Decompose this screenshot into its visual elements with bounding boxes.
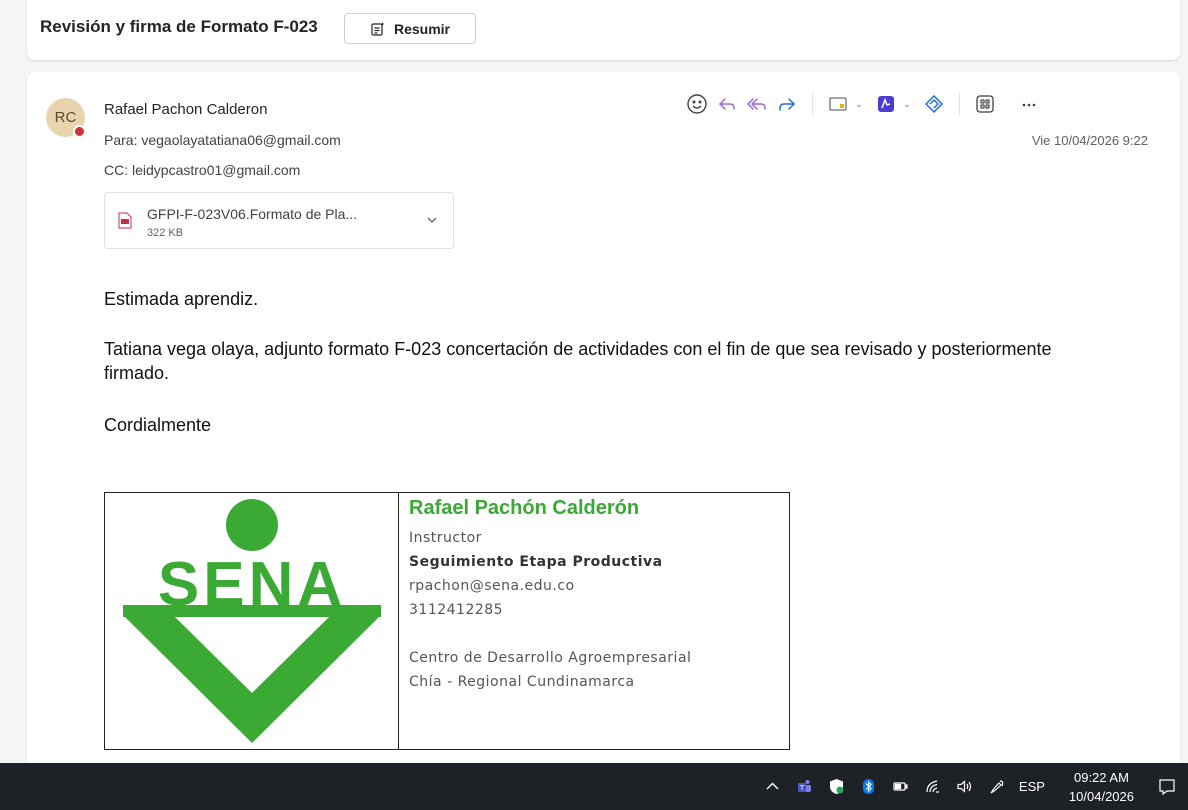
summarize-button[interactable]: Resumir (344, 13, 476, 44)
clock[interactable]: 09:22 AM 10/04/2026 (1057, 768, 1146, 806)
loop-button[interactable] (919, 90, 949, 118)
pen-tray-button[interactable] (981, 763, 1013, 810)
teams-tray-button[interactable]: T (789, 763, 821, 810)
presence-busy-icon (73, 125, 86, 138)
notification-icon (1159, 778, 1175, 795)
toolbar-divider (959, 93, 960, 115)
reply-all-icon (746, 98, 766, 110)
chevron-down-icon[interactable]: ⌄ (853, 99, 865, 110)
react-button[interactable] (682, 90, 712, 118)
attachment-name: GFPI-F-023V06.Formato de Pla... (147, 206, 358, 222)
subject-header: Revisión y firma de Formato F-023 Resumi… (27, 0, 1180, 60)
summarize-icon (371, 21, 385, 36)
svg-text:T: T (799, 784, 805, 792)
shield-icon (830, 779, 844, 794)
toolbar-divider (812, 93, 813, 115)
teams-icon: T (798, 780, 812, 792)
chevron-up-icon (766, 782, 779, 790)
email-signature: SENA Rafael Pachón Calderón Instructor S… (104, 492, 790, 750)
clock-date: 10/04/2026 (1068, 788, 1134, 804)
adobe-acrobat-icon (878, 96, 894, 112)
summarize-label: Resumir (393, 20, 451, 37)
bluetooth-icon (863, 779, 875, 794)
pdf-file-icon (118, 212, 132, 229)
attachment-size: 322 KB (147, 227, 184, 239)
signature-phone: 3112412285 (409, 602, 504, 618)
wifi-icon (926, 780, 940, 793)
speaker-icon (957, 780, 972, 793)
reply-all-button[interactable] (742, 90, 772, 118)
show-hidden-icons-button[interactable] (757, 763, 789, 810)
apps-grid-icon (976, 95, 994, 113)
window-icon (829, 97, 847, 111)
attachment-card[interactable]: GFPI-F-023V06.Formato de Pla... 322 KB (104, 192, 454, 249)
body-paragraph: Tatiana vega olaya, adjunto formato F-02… (104, 339, 1052, 383)
more-actions-button[interactable] (1014, 90, 1044, 118)
reply-button[interactable] (712, 90, 742, 118)
reply-icon (718, 98, 735, 110)
body-greeting: Estimada aprendiz. (104, 289, 259, 309)
body-closing: Cordialmente (104, 415, 212, 435)
message-actions: ⌄ ⌄ (682, 90, 1044, 118)
system-tray: T ESP 09:22 AM 10/04/2026 (757, 763, 1188, 810)
sender-name[interactable]: Rafael Pachon Calderon (104, 101, 267, 118)
message-date: Vie 10/04/2026 9:22 (1031, 133, 1148, 148)
battery-icon (893, 782, 909, 791)
cc-recipients[interactable]: CC: leidypcastro01@gmail.com (104, 162, 300, 178)
signature-role: Instructor (409, 530, 482, 546)
chevron-down-icon[interactable]: ⌄ (901, 99, 913, 110)
more-icon (1022, 103, 1036, 107)
pen-icon (990, 780, 1004, 794)
battery-tray-button[interactable] (885, 763, 917, 810)
signature-info: Rafael Pachón Calderón Instructor Seguim… (399, 493, 691, 749)
forward-button[interactable] (772, 90, 802, 118)
apps-button[interactable] (970, 90, 1000, 118)
signature-email[interactable]: rpachon@sena.edu.co (409, 574, 691, 598)
to-recipients[interactable]: Para: vegaolayatatiana06@gmail.com (104, 132, 341, 148)
email-subject: Revisión y firma de Formato F-023 (40, 17, 318, 36)
taskbar: T ESP 09:22 AM 10/04/2026 (0, 763, 1188, 810)
chevron-down-icon[interactable] (425, 213, 439, 227)
signature-area: Seguimiento Etapa Productiva (409, 554, 663, 570)
volume-tray-button[interactable] (949, 763, 981, 810)
security-tray-button[interactable] (821, 763, 853, 810)
notifications-button[interactable] (1146, 763, 1188, 810)
immersive-reader-button[interactable] (823, 90, 853, 118)
clock-time: 09:22 AM (1073, 769, 1129, 785)
sena-logo: SENA (105, 493, 399, 749)
network-tray-button[interactable] (917, 763, 949, 810)
signature-name: Rafael Pachón Calderón (409, 497, 640, 519)
input-language[interactable]: ESP (1013, 779, 1057, 794)
emoji-smile-icon (687, 94, 707, 114)
adobe-pdf-button[interactable] (871, 90, 901, 118)
bluetooth-tray-button[interactable] (853, 763, 885, 810)
signature-regional: Chía - Regional Cundinamarca (409, 674, 635, 690)
loop-icon (924, 94, 944, 114)
signature-center: Centro de Desarrollo Agroempresarial (409, 650, 692, 666)
message-card: RC Rafael Pachon Calderon Para: vegaolay… (27, 72, 1180, 772)
forward-icon (779, 98, 796, 111)
